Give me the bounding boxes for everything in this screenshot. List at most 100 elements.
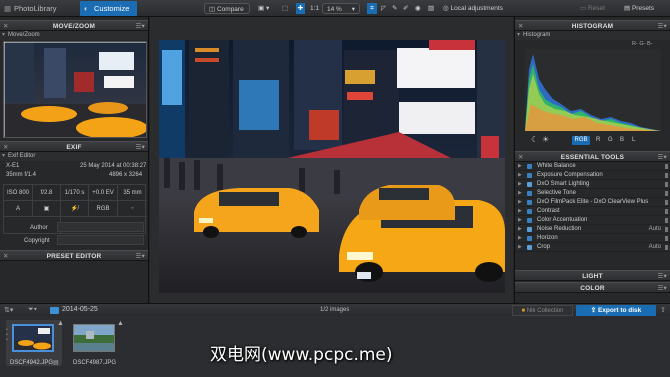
compare-button[interactable]: ◫ Compare (204, 3, 250, 14)
expand-arrow-icon: ▶ (518, 226, 522, 232)
channel-rgb[interactable]: RGB (572, 136, 590, 145)
trash-icon[interactable]: ▤ (53, 359, 59, 366)
zoom-dropdown[interactable]: 14 % ▾ (322, 3, 360, 14)
tool-noise-reduction[interactable]: ▶ Noise Reduction Auto (515, 225, 670, 234)
redeye-tool-button[interactable]: ◉ (415, 3, 421, 14)
flash-off-icon: ⚡̸ (61, 201, 89, 217)
location-icon: ⌖ (118, 201, 147, 217)
copyright-field[interactable] (57, 235, 144, 245)
tool-color-accentuation[interactable]: ▶ Color Accentuation (515, 216, 670, 225)
tool-exposure-compensation[interactable]: ▶ Exposure Compensation (515, 171, 670, 180)
move-tool-button[interactable]: ✚ (296, 3, 305, 14)
tool-toggle[interactable] (665, 209, 668, 214)
exif-panel-header[interactable]: ✕ EXIF ☰▾ (0, 141, 148, 152)
tool-toggle[interactable] (665, 236, 668, 241)
tool-horizon[interactable]: ▶ Horizon (515, 234, 670, 243)
film-thumb-2[interactable] (73, 324, 115, 352)
exposure-mode: A (4, 201, 33, 217)
folder-icon (50, 307, 59, 314)
local-adjustments-button[interactable]: ◎ Local adjustments (443, 3, 503, 14)
light-panel-header[interactable]: LIGHT ☰▾ (515, 270, 670, 281)
crop-icon: ⌗ (370, 5, 374, 12)
tool-toggle[interactable] (665, 245, 668, 250)
horizon-icon (527, 236, 532, 241)
color-panel-header[interactable]: COLOR ☰▾ (515, 282, 670, 293)
fit-button[interactable]: ⬚ (282, 3, 288, 14)
tool-toggle[interactable] (665, 227, 668, 232)
author-label: Author (30, 225, 48, 231)
channel-g[interactable]: G (608, 136, 613, 145)
panel-menu-icon[interactable]: ☰▾ (136, 251, 146, 262)
navigator-image (4, 42, 146, 137)
close-icon[interactable]: ✕ (3, 251, 9, 262)
tool-selective-tone[interactable]: ▶ Selective Tone (515, 189, 670, 198)
color-accentuation-icon (527, 218, 532, 223)
tool-toggle[interactable] (665, 200, 668, 205)
tool-toggle[interactable] (665, 191, 668, 196)
clearview-icon (527, 200, 532, 205)
expand-arrow-icon: ▶ (518, 172, 522, 178)
sort-icon[interactable]: ⇅▾ (4, 306, 13, 314)
tool-crop[interactable]: ▶ Crop Auto (515, 243, 670, 252)
expand-arrow-icon: ▶ (518, 208, 522, 214)
movezoom-panel-header[interactable]: ✕ MOVE/ZOOM ☰▾ (0, 20, 148, 31)
nik-collection-button[interactable]: ■ Nik Collection (512, 305, 573, 316)
film-thumb-1[interactable] (12, 324, 54, 352)
copyright-label: Copyright (24, 238, 50, 244)
current-folder[interactable]: 2014-05-25 (62, 306, 98, 313)
essential-tools-list: ▶ White Balance ▶ Exposure Compensation ▶ D… (515, 162, 670, 252)
customize-icon: ◐ (84, 4, 89, 13)
rating-icon[interactable]: • • • (6, 328, 8, 343)
histogram-subheader: Histogram (515, 31, 670, 40)
tool-clearview[interactable]: ▶ DxO FilmPack Elite - DxO ClearView Plus (515, 198, 670, 207)
channel-b[interactable]: B (620, 136, 624, 145)
preset-editor-header[interactable]: ✕ PRESET EDITOR ☰▾ (0, 250, 148, 261)
focal-value: 35 mm (118, 185, 147, 201)
tool-white-balance[interactable]: ▶ White Balance (515, 162, 670, 171)
layout-dropdown[interactable]: ▣ ▾ (258, 3, 269, 14)
lens-info: 35mm f/1.4 (6, 172, 37, 178)
thumb-image-1 (14, 326, 52, 350)
tool-toggle[interactable] (665, 182, 668, 187)
processed-icon: ▲ (57, 320, 64, 327)
essential-tools-header[interactable]: ✕ ESSENTIAL TOOLS ☰▾ (515, 151, 670, 162)
tool-toggle[interactable] (665, 218, 668, 223)
highlight-clipping-icon[interactable]: ☀ (542, 135, 549, 144)
zoom-1to1-button[interactable]: 1:1 (310, 3, 319, 14)
repair-tool-button[interactable]: ✐ (403, 3, 408, 14)
export-to-disk-button[interactable]: ⇪ Export to disk (576, 305, 656, 316)
tab-photolibrary[interactable]: ▦ PhotoLibrary (0, 1, 62, 16)
crop-tool-button[interactable]: ⌗ (367, 3, 377, 14)
compare-icon: ◫ (209, 6, 216, 13)
navigator-thumbnail[interactable] (3, 41, 147, 138)
histogram-panel-header[interactable]: ✕ HISTOGRAM ☰▾ (515, 20, 670, 31)
shadow-clipping-icon[interactable]: ☾ (531, 135, 538, 144)
upload-icon[interactable]: ⇧ (660, 306, 666, 314)
image-viewer[interactable] (150, 17, 513, 303)
channel-r[interactable]: R (596, 136, 600, 145)
channel-l[interactable]: L (632, 136, 635, 145)
presets-button[interactable]: ▤ Presets (624, 3, 654, 14)
mask-tool-button[interactable]: ▨ (428, 3, 434, 14)
tool-smart-lighting[interactable]: ▶ DxO Smart Lighting (515, 180, 670, 189)
panel-menu-icon[interactable]: ☰▾ (658, 271, 668, 282)
layout-icon: ▣ ▾ (258, 5, 270, 12)
presets-icon: ▤ (624, 5, 631, 12)
tool-toggle[interactable] (665, 164, 668, 169)
expand-arrow-icon: ▶ (518, 163, 522, 169)
library-icon: ▦ (4, 4, 12, 13)
tool-contrast[interactable]: ▶ Contrast (515, 207, 670, 216)
straighten-icon: ◸ (381, 5, 386, 12)
panel-menu-icon[interactable]: ☰▾ (658, 283, 668, 294)
aperture-value: f/2.8 (33, 185, 61, 201)
filter-icon[interactable]: ⏷▾ (28, 306, 37, 314)
tool-toggle[interactable] (665, 173, 668, 178)
reset-button[interactable]: ▭ Reset (580, 3, 605, 14)
tab-customize[interactable]: ◐ Customize (80, 1, 137, 16)
nik-icon: ■ (521, 308, 526, 314)
picker-tool-button[interactable]: ✎ (392, 3, 397, 14)
taxi-left (194, 188, 319, 238)
author-field[interactable] (57, 222, 144, 232)
straighten-tool-button[interactable]: ◸ (381, 3, 386, 14)
crop-icon (527, 245, 532, 250)
